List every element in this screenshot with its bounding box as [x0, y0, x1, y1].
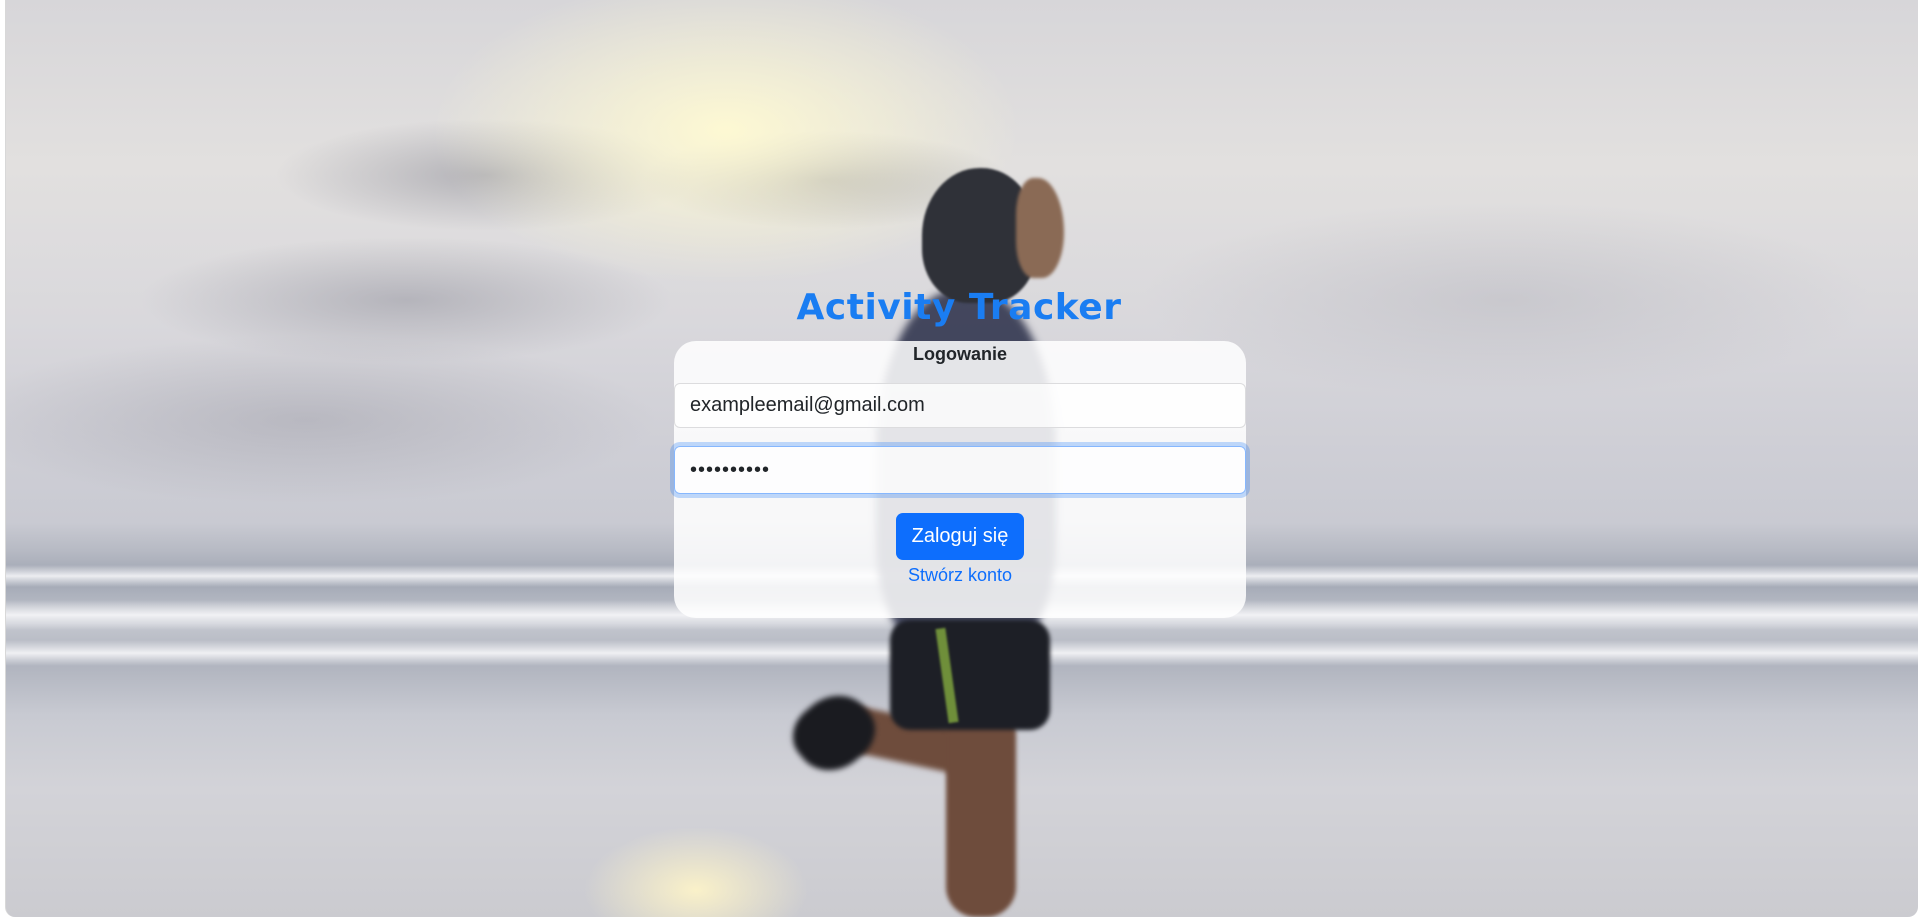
login-heading: Logowanie	[913, 344, 1007, 364]
login-card: Logowanie Zaloguj się Stwórz konto	[674, 341, 1246, 618]
password-field[interactable]	[674, 446, 1246, 494]
runner-front-leg	[946, 705, 1016, 917]
login-button[interactable]: Zaloguj się	[896, 513, 1024, 560]
email-field[interactable]	[674, 383, 1246, 428]
runner-face	[1016, 178, 1064, 278]
runner-shorts	[890, 620, 1050, 730]
runner-shoe	[780, 680, 888, 786]
page: Activity Tracker Logowanie Zaloguj się S…	[0, 0, 1918, 917]
create-account-row: Stwórz konto	[674, 565, 1246, 586]
app-title: Activity Tracker	[796, 287, 1122, 328]
create-account-link[interactable]: Stwórz konto	[908, 565, 1012, 585]
